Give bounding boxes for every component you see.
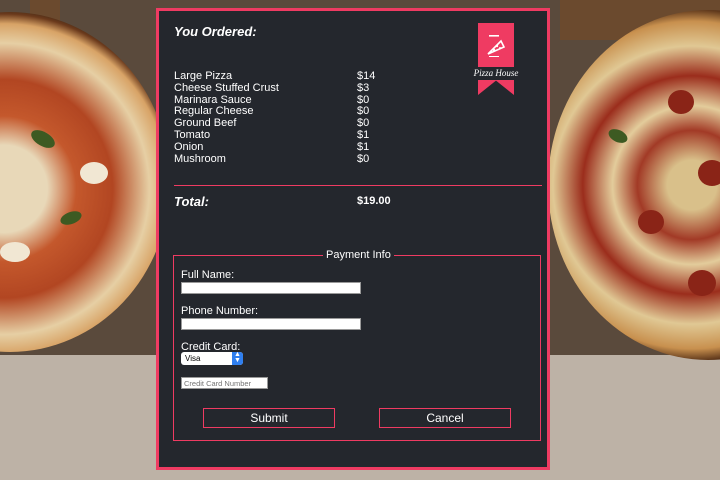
item-name: Onion <box>174 140 204 153</box>
order-item: Mushroom $0 <box>174 152 394 166</box>
order-title: You Ordered: <box>174 24 257 39</box>
order-item: Onion $1 <box>174 140 394 154</box>
order-items-list: Large Pizza $14 Cheese Stuffed Crust $3 Ma… <box>174 70 394 166</box>
divider <box>174 185 542 186</box>
total-value: $19.00 <box>357 195 391 207</box>
order-item: Cheese Stuffed Crust $3 <box>174 81 394 95</box>
submit-button[interactable]: Submit <box>203 408 335 428</box>
item-price: $0 <box>357 152 370 165</box>
full-name-label: Full Name: <box>181 269 235 281</box>
order-summary-panel: You Ordered: Pizza House Large Pizza $14 … <box>156 8 550 470</box>
item-price: $1 <box>357 128 370 141</box>
payment-info-legend: Payment Info <box>326 249 391 261</box>
item-name: Mushroom <box>174 152 226 165</box>
credit-card-number-input[interactable] <box>181 377 268 389</box>
item-name: Cheese Stuffed Crust <box>174 81 279 94</box>
pepperoni-pizza <box>548 10 720 360</box>
phone-number-input[interactable] <box>181 318 361 330</box>
cancel-button[interactable]: Cancel <box>379 408 511 428</box>
item-name: Tomato <box>174 128 211 141</box>
card-type-select[interactable]: Visa ▲ ▼ <box>181 351 243 365</box>
logo-banner <box>478 23 514 95</box>
logo-text: Pizza House <box>464 67 528 80</box>
item-price: $3 <box>357 81 370 94</box>
card-type-selected: Visa <box>185 354 201 363</box>
pizza-slice-icon <box>487 35 506 57</box>
item-price: $1 <box>357 140 370 153</box>
full-name-input[interactable] <box>181 282 361 294</box>
pizza-house-logo: Pizza House <box>464 23 530 105</box>
select-arrows-icon: ▲ ▼ <box>232 351 243 365</box>
phone-number-label: Phone Number: <box>181 305 259 317</box>
order-item: Tomato $1 <box>174 128 394 142</box>
total-label: Total: <box>174 194 209 209</box>
margherita-pizza <box>0 12 170 352</box>
